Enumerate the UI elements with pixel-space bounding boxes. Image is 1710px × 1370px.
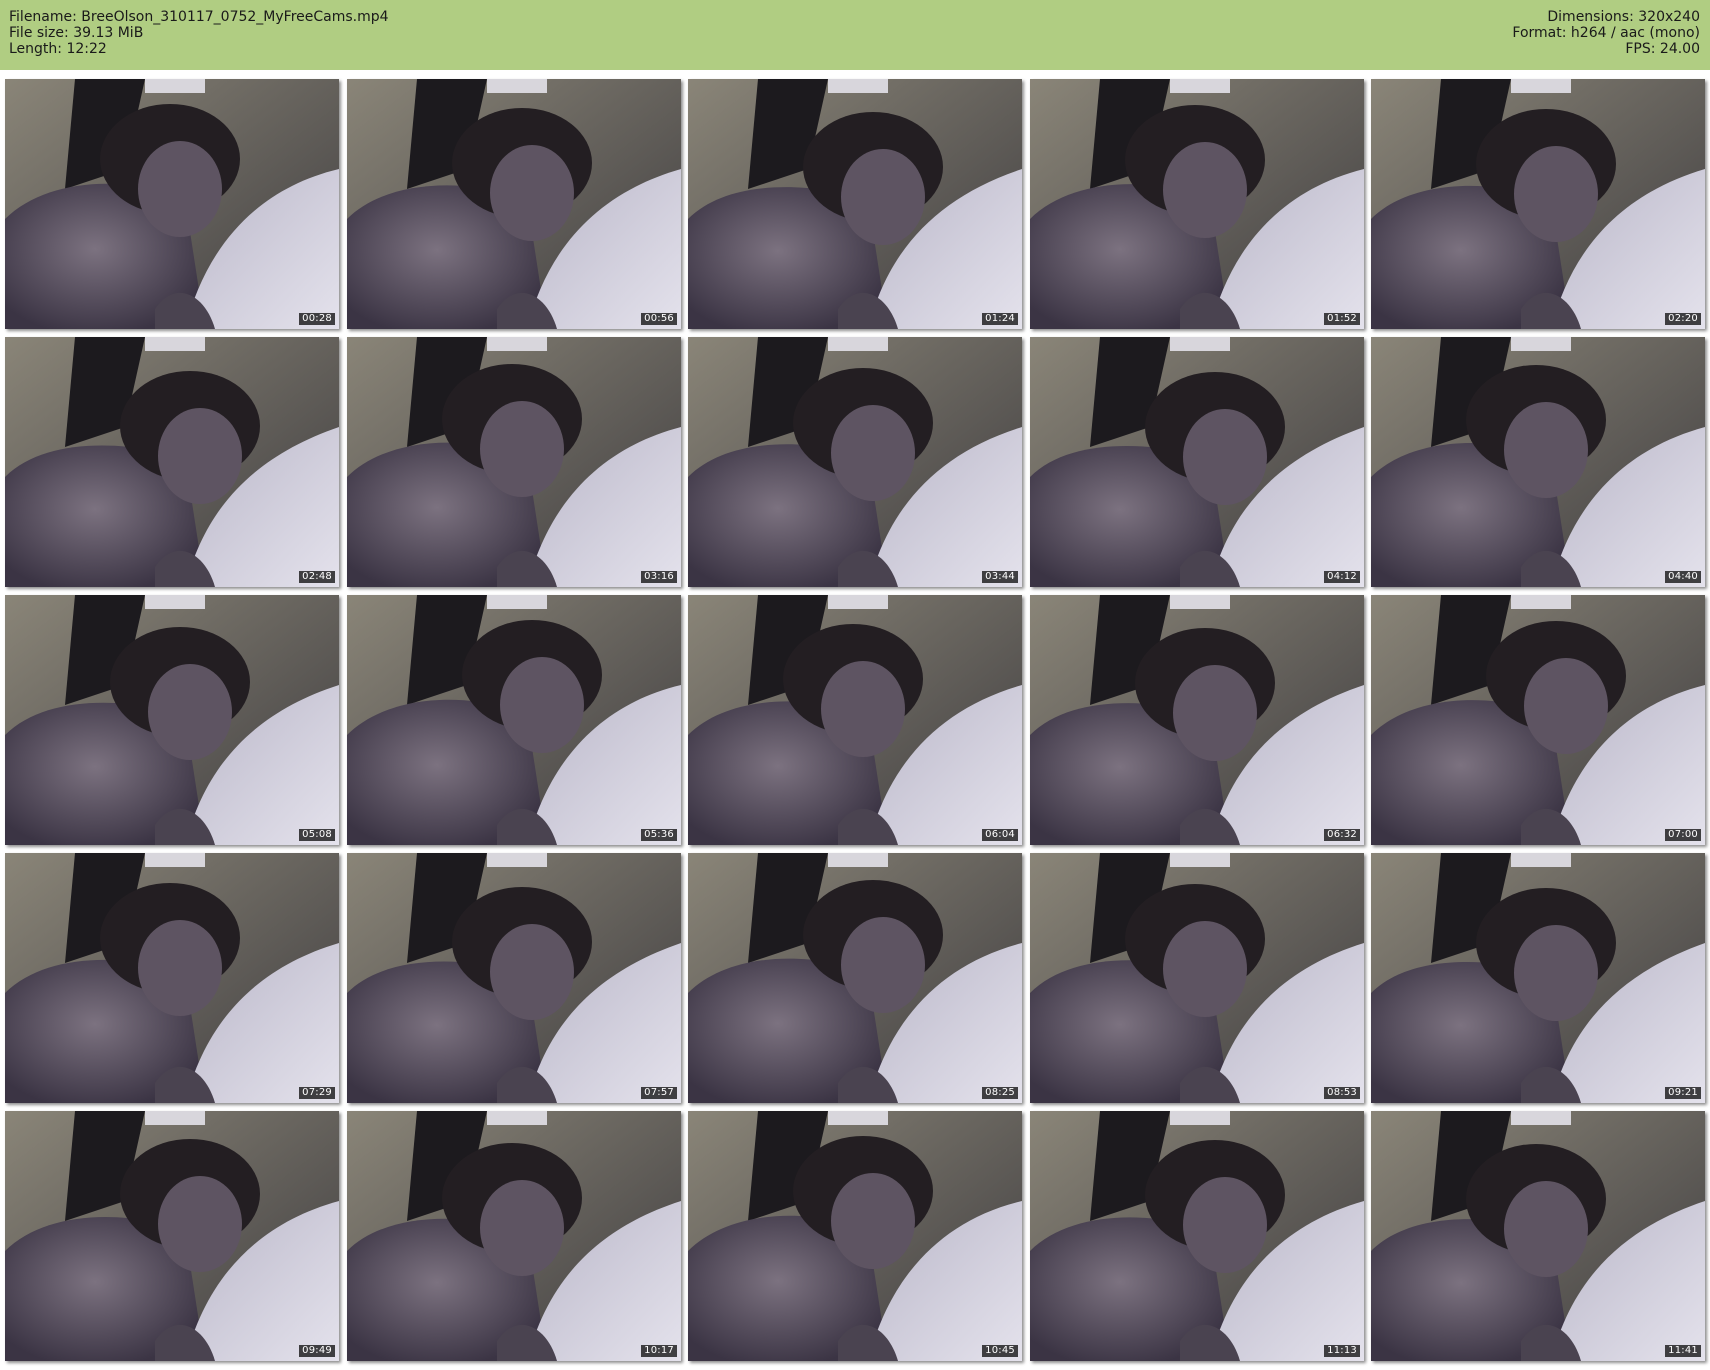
video-frame-thumbnail: 04:40: [1371, 337, 1705, 587]
video-frame-thumbnail: 10:17: [347, 1111, 681, 1361]
frame-image: [347, 595, 681, 845]
frame-timestamp: 02:20: [1665, 313, 1701, 325]
frame-image: [1371, 1111, 1705, 1361]
frame-image: [347, 337, 681, 587]
frame-image: [688, 79, 1022, 329]
frame-image: [688, 337, 1022, 587]
video-frame-thumbnail: 08:25: [688, 853, 1022, 1103]
frame-image: [688, 1111, 1022, 1361]
video-frame-thumbnail: 05:36: [347, 595, 681, 845]
frame-image: [1030, 595, 1364, 845]
filesize-text: File size: 39.13 MiB: [9, 25, 144, 41]
video-frame-thumbnail: 04:12: [1030, 337, 1364, 587]
video-frame-thumbnail: 09:49: [5, 1111, 339, 1361]
video-frame-thumbnail: 09:21: [1371, 853, 1705, 1103]
video-frame-thumbnail: 11:41: [1371, 1111, 1705, 1361]
format-text: Format: h264 / aac (mono): [1512, 25, 1700, 41]
video-frame-thumbnail: 00:28: [5, 79, 339, 329]
frame-timestamp: 09:21: [1665, 1087, 1701, 1099]
frame-image: [347, 79, 681, 329]
frame-timestamp: 08:25: [982, 1087, 1018, 1099]
frame-timestamp: 05:08: [299, 829, 335, 841]
video-frame-thumbnail: 01:24: [688, 79, 1022, 329]
frame-timestamp: 09:49: [299, 1345, 335, 1357]
video-frame-thumbnail: 06:32: [1030, 595, 1364, 845]
video-frame-thumbnail: 05:08: [5, 595, 339, 845]
frame-timestamp: 11:41: [1665, 1345, 1701, 1357]
frame-timestamp: 08:53: [1324, 1087, 1360, 1099]
video-frame-thumbnail: 10:45: [688, 1111, 1022, 1361]
frame-timestamp: 10:45: [982, 1345, 1018, 1357]
frame-image: [5, 79, 339, 329]
video-frame-thumbnail: 11:13: [1030, 1111, 1364, 1361]
video-frame-thumbnail: 08:53: [1030, 853, 1364, 1103]
video-frame-thumbnail: 06:04: [688, 595, 1022, 845]
frame-image: [1371, 337, 1705, 587]
frame-timestamp: 06:32: [1324, 829, 1360, 841]
frame-timestamp: 02:48: [299, 571, 335, 583]
video-frame-thumbnail: 02:48: [5, 337, 339, 587]
frame-image: [1030, 853, 1364, 1103]
frame-image: [5, 853, 339, 1103]
video-frame-thumbnail: 03:16: [347, 337, 681, 587]
frame-timestamp: 03:44: [982, 571, 1018, 583]
filename-text: Filename: BreeOlson_310117_0752_MyFreeCa…: [9, 9, 389, 25]
frame-timestamp: 04:12: [1324, 571, 1360, 583]
frame-timestamp: 07:00: [1665, 829, 1701, 841]
video-frame-thumbnail: 07:00: [1371, 595, 1705, 845]
fps-text: FPS: 24.00: [1625, 41, 1700, 57]
frame-image: [5, 595, 339, 845]
video-frame-thumbnail: 01:52: [1030, 79, 1364, 329]
frame-timestamp: 06:04: [982, 829, 1018, 841]
frame-image: [1371, 853, 1705, 1103]
frame-timestamp: 04:40: [1665, 571, 1701, 583]
frame-timestamp: 07:57: [641, 1087, 677, 1099]
frame-timestamp: 03:16: [641, 571, 677, 583]
length-text: Length: 12:22: [9, 41, 107, 57]
video-info-header: Filename: BreeOlson_310117_0752_MyFreeCa…: [0, 0, 1710, 70]
video-frame-thumbnail: 02:20: [1371, 79, 1705, 329]
video-frame-thumbnail: 07:29: [5, 853, 339, 1103]
thumbnail-grid: 00:28 00:56 01:24 01:52 02:20 02:48 03:16 03:44…: [5, 79, 1705, 1365]
video-frame-thumbnail: 03:44: [688, 337, 1022, 587]
info-right-column: Dimensions: 320x240 Format: h264 / aac (…: [1512, 9, 1700, 57]
dimensions-text: Dimensions: 320x240: [1547, 9, 1700, 25]
frame-timestamp: 01:24: [982, 313, 1018, 325]
frame-image: [5, 1111, 339, 1361]
frame-image: [1371, 595, 1705, 845]
frame-image: [347, 853, 681, 1103]
frame-image: [688, 853, 1022, 1103]
frame-timestamp: 05:36: [641, 829, 677, 841]
frame-timestamp: 00:56: [641, 313, 677, 325]
frame-timestamp: 11:13: [1324, 1345, 1360, 1357]
frame-timestamp: 00:28: [299, 313, 335, 325]
info-left-column: Filename: BreeOlson_310117_0752_MyFreeCa…: [9, 9, 389, 57]
frame-image: [1030, 1111, 1364, 1361]
frame-image: [5, 337, 339, 587]
frame-image: [1371, 79, 1705, 329]
frame-timestamp: 10:17: [641, 1345, 677, 1357]
frame-image: [1030, 337, 1364, 587]
frame-image: [1030, 79, 1364, 329]
frame-image: [347, 1111, 681, 1361]
frame-timestamp: 01:52: [1324, 313, 1360, 325]
frame-image: [688, 595, 1022, 845]
frame-timestamp: 07:29: [299, 1087, 335, 1099]
video-frame-thumbnail: 07:57: [347, 853, 681, 1103]
video-frame-thumbnail: 00:56: [347, 79, 681, 329]
